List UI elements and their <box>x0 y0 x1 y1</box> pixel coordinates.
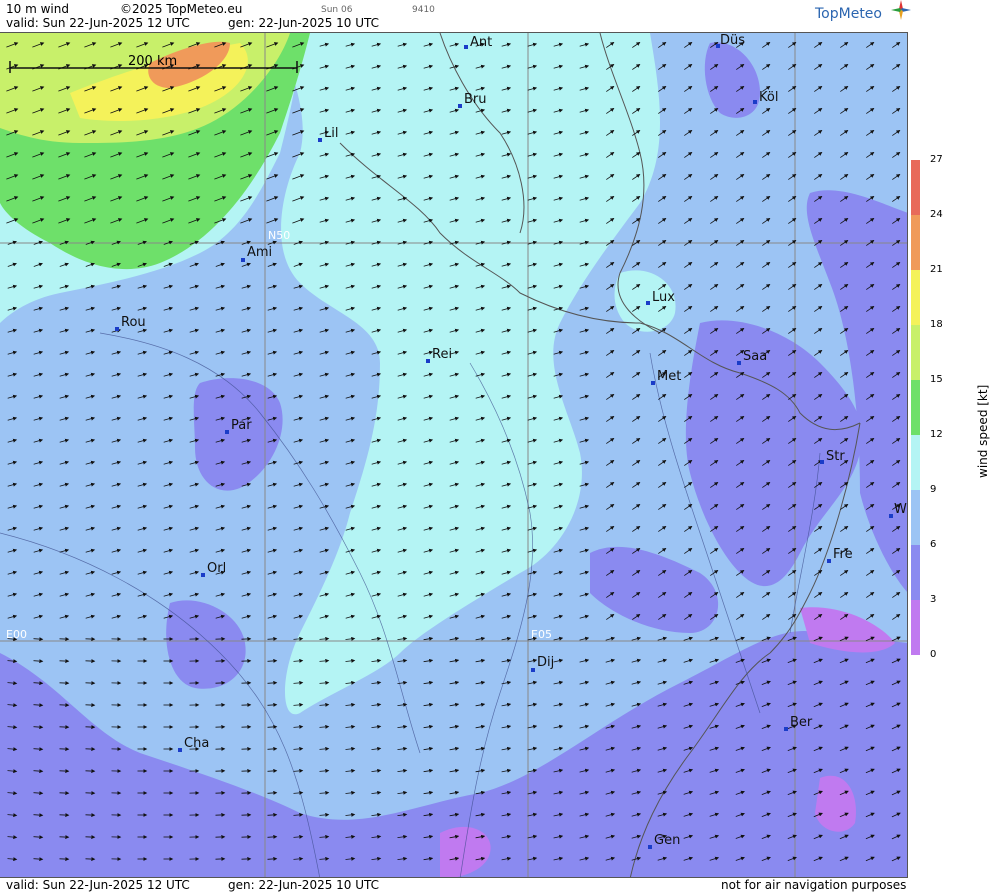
legend-tick-21: 21 <box>930 264 943 275</box>
legend-tick-24: 24 <box>930 209 943 220</box>
legend-tick-27: 27 <box>930 154 943 165</box>
scale-label: 200 km <box>128 54 177 69</box>
product-title: 10 m wind <box>6 2 69 16</box>
svg-text:Cha: Cha <box>184 736 209 751</box>
logo-text: TopMeteo <box>815 6 882 22</box>
compass-icon <box>891 0 911 20</box>
svg-text:Orl: Orl <box>207 561 226 576</box>
svg-text:Dij: Dij <box>537 655 554 670</box>
legend-tick-0: 0 <box>930 649 937 660</box>
svg-text:Bru: Bru <box>464 92 487 107</box>
svg-text:Ami: Ami <box>247 245 272 260</box>
svg-text:Met: Met <box>657 369 681 384</box>
footer-gen-time: gen: 22-Jun-2025 10 UTC <box>228 878 380 892</box>
disclaimer: not for air navigation purposes <box>721 878 907 892</box>
svg-text:Lil: Lil <box>324 126 338 141</box>
svg-text:Düs: Düs <box>720 33 745 48</box>
city-dus[interactable]: Düs <box>716 33 745 48</box>
svg-text:Ber: Ber <box>790 715 813 730</box>
legend-tick-6: 6 <box>930 539 937 550</box>
valid-time: valid: Sun 22-Jun-2025 12 UTC <box>6 16 190 30</box>
svg-text:Rou: Rou <box>121 315 146 330</box>
svg-text:W: W <box>894 502 907 517</box>
svg-text:Ant: Ant <box>470 35 492 50</box>
copyright: ©2025 TopMeteo.eu <box>120 2 243 16</box>
legend-title: wind speed [kt] <box>976 384 990 478</box>
gen-time: gen: 22-Jun-2025 10 UTC <box>228 16 380 30</box>
grid-label-e05: E05 <box>531 628 552 641</box>
legend-tick-9: 9 <box>930 484 937 495</box>
topmeteo-logo[interactable]: TopMeteo <box>815 0 911 22</box>
footer-valid-time: valid: Sun 22-Jun-2025 12 UTC <box>6 878 190 892</box>
svg-text:Fre: Fre <box>833 547 853 562</box>
svg-text:Rei: Rei <box>432 347 452 362</box>
legend-tick-15: 15 <box>930 374 943 385</box>
day-code: Sun 06 <box>321 5 353 15</box>
svg-text:Par: Par <box>231 418 252 433</box>
legend-tick-18: 18 <box>930 319 943 330</box>
svg-text:Saa: Saa <box>743 349 767 364</box>
svg-text:Gen: Gen <box>654 833 680 848</box>
legend-tick-12: 12 <box>930 429 943 440</box>
wind-map[interactable]: N50 E00 E05 200 km Ant Düs Bru Köl Lil A… <box>0 32 908 878</box>
svg-text:Köl: Köl <box>759 90 778 105</box>
legend-tick-3: 3 <box>930 594 937 605</box>
svg-text:Lux: Lux <box>652 290 675 305</box>
svg-text:Str: Str <box>826 449 845 464</box>
run-code: 9410 <box>412 5 435 15</box>
grid-label-n50: N50 <box>268 229 290 242</box>
